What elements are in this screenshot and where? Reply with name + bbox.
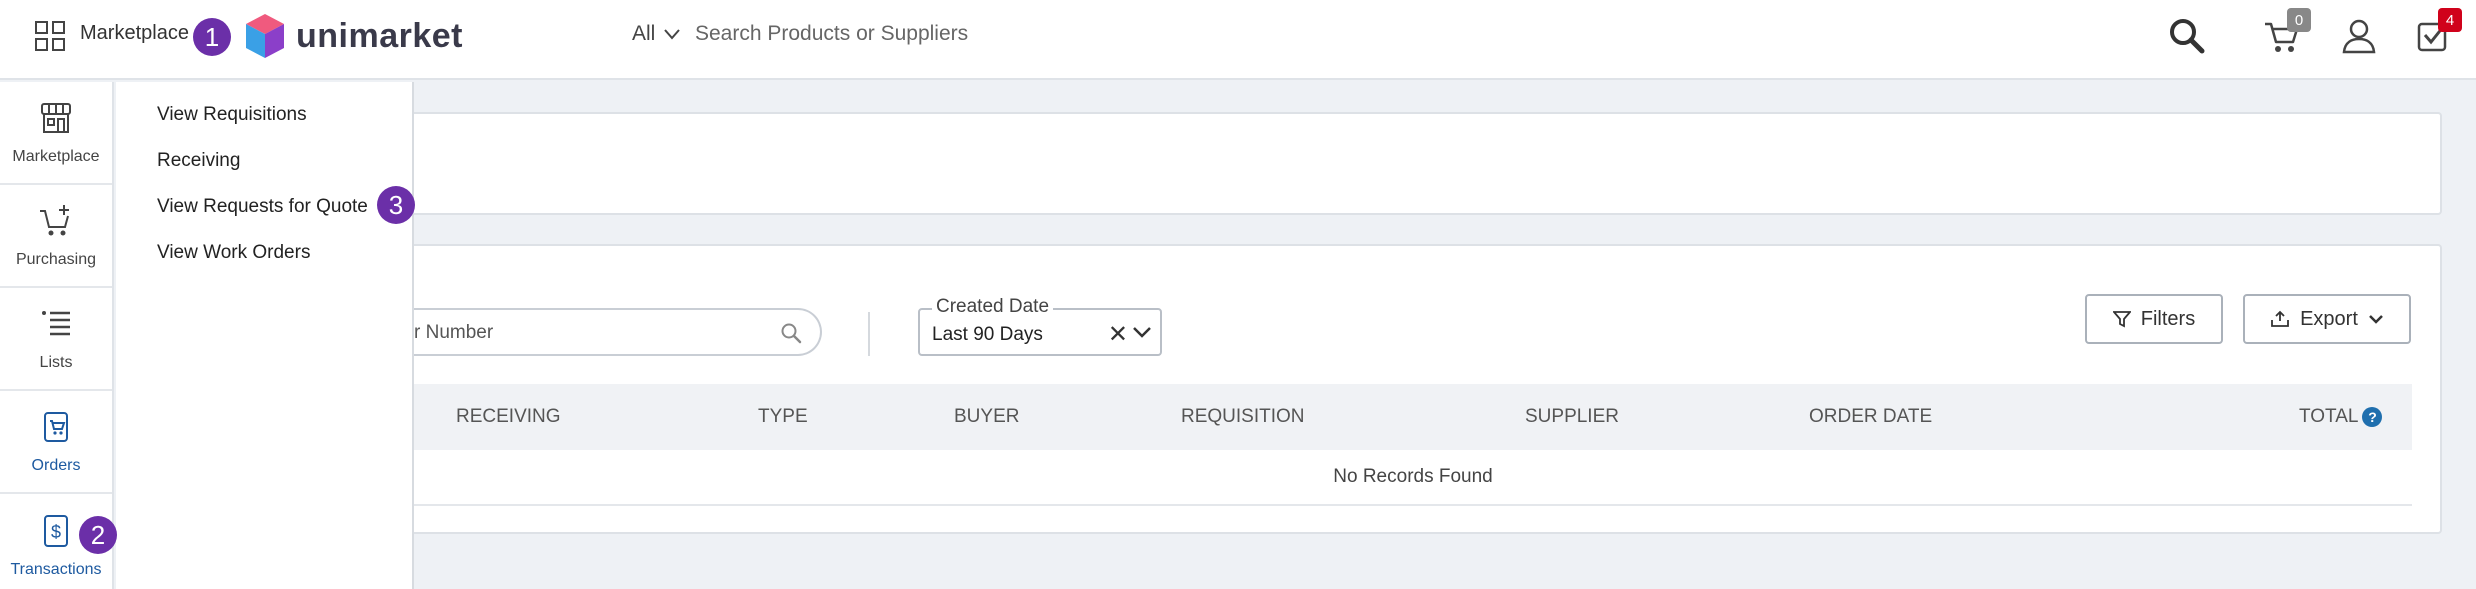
column-header-receiving[interactable]: RECEIVING — [456, 406, 561, 428]
search-placeholder: r Number — [414, 322, 494, 343]
menu-item-view-requests-for-quote[interactable]: View Requests for Quote — [157, 196, 368, 218]
export-button-label: Export — [2300, 307, 2358, 330]
cart-count-badge: 0 — [2287, 8, 2311, 32]
step-marker-1: 1 — [193, 18, 231, 56]
transactions-menu: View Requisitions Receiving View Request… — [116, 82, 414, 589]
created-date-value: Last 90 Days — [932, 324, 1043, 345]
export-button[interactable]: Export — [2243, 294, 2411, 344]
column-header-total-label: TOTAL — [2299, 406, 2359, 427]
rail-item-orders[interactable]: Orders — [0, 391, 112, 494]
search-icon[interactable] — [2167, 16, 2207, 56]
svg-text:$: $ — [51, 522, 61, 542]
orders-list-card: r Number Created Date Last 90 Days ✕ Fil… — [414, 244, 2442, 534]
rail-item-label: Orders — [31, 456, 81, 474]
step-marker-3: 3 — [377, 186, 415, 224]
search-scope-label: All — [632, 22, 656, 45]
marketplace-switcher[interactable]: Marketplace — [80, 22, 207, 45]
table-header-row: RECEIVING TYPE BUYER REQUISITION SUPPLIE… — [414, 384, 2412, 450]
storefront-icon — [41, 102, 71, 133]
menu-item-receiving[interactable]: Receiving — [157, 150, 240, 172]
column-header-total[interactable]: TOTAL? — [2299, 406, 2383, 428]
column-header-requisition[interactable]: REQUISITION — [1181, 406, 1305, 428]
rail-item-label: Lists — [39, 353, 73, 371]
filters-button-label: Filters — [2140, 307, 2196, 330]
created-date-select[interactable]: Created Date Last 90 Days ✕ — [918, 296, 1162, 356]
list-icon — [42, 310, 70, 335]
filter-divider — [868, 312, 870, 356]
user-account-icon[interactable] — [2339, 16, 2379, 56]
cart-add-icon — [40, 204, 69, 235]
column-header-type[interactable]: TYPE — [758, 406, 808, 428]
empty-table-message: No Records Found — [414, 450, 2412, 506]
rail-item-marketplace[interactable]: Marketplace — [0, 82, 112, 185]
logo-text: unimarket — [296, 16, 463, 55]
clear-icon[interactable]: ✕ — [1108, 320, 1128, 349]
rail-item-label: Purchasing — [15, 250, 97, 268]
app-grid-icon[interactable] — [34, 20, 66, 52]
export-tray-icon — [2271, 310, 2289, 327]
filters-button[interactable]: Filters — [2085, 294, 2223, 344]
global-search-input[interactable]: Search Products or Suppliers — [695, 22, 968, 46]
chevron-down-icon — [664, 29, 681, 40]
rail-item-lists[interactable]: Lists — [0, 288, 112, 391]
orders-icon — [44, 411, 68, 442]
top-header: Marketplace 1 unimarket All Search Produ… — [0, 0, 2476, 80]
step-marker-2: 2 — [79, 516, 117, 554]
menu-item-view-requisitions[interactable]: View Requisitions — [157, 104, 307, 126]
rail-item-purchasing[interactable]: Purchasing — [0, 185, 112, 288]
column-header-supplier[interactable]: SUPPLIER — [1525, 406, 1619, 428]
rail-item-label: Transactions — [10, 560, 102, 578]
help-icon[interactable]: ? — [2362, 406, 2383, 427]
left-navigation-rail: Marketplace Purchasing Lists Orders $ Tr… — [0, 82, 114, 589]
chevron-down-icon[interactable] — [1132, 324, 1152, 340]
unimarket-logo[interactable]: unimarket — [244, 12, 463, 60]
tasks-count-badge: 4 — [2438, 8, 2462, 32]
menu-item-view-work-orders[interactable]: View Work Orders — [157, 242, 310, 264]
column-header-buyer[interactable]: BUYER — [954, 406, 1019, 428]
filter-funnel-icon — [2112, 311, 2131, 328]
order-number-search-input[interactable]: r Number — [414, 308, 822, 356]
transactions-icon: $ — [44, 514, 68, 547]
search-scope-dropdown[interactable]: All — [632, 22, 681, 46]
created-date-legend: Created Date — [932, 296, 1054, 318]
rail-item-label: Marketplace — [12, 147, 100, 165]
page-header-card — [414, 112, 2442, 215]
logo-mark-icon — [246, 14, 284, 58]
chevron-down-icon — [2369, 315, 2383, 324]
search-icon[interactable] — [780, 322, 802, 344]
column-header-order-date[interactable]: ORDER DATE — [1809, 406, 1932, 428]
marketplace-switcher-label: Marketplace — [80, 22, 189, 44]
